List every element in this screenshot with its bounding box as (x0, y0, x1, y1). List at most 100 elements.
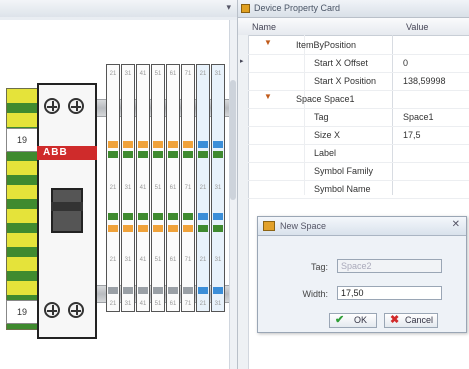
terminal-number: 21 (199, 71, 207, 77)
terminal-number: 31 (124, 257, 132, 263)
terminal-number: 21 (199, 257, 207, 263)
terminal-marker (123, 151, 133, 158)
property-row[interactable]: Start X Position 138,59998 (248, 72, 469, 91)
screw-icon (68, 302, 84, 318)
collapse-icon[interactable]: ▼ (264, 92, 272, 101)
terminal-marker (183, 141, 193, 148)
property-name: Symbol Name (314, 184, 371, 194)
pe-label-top: 19 (6, 128, 38, 152)
terminal-number: 61 (169, 301, 177, 307)
property-row[interactable]: Start X Offset 0 (248, 54, 469, 73)
ok-button-label: OK (354, 315, 368, 325)
terminal-marker (108, 141, 118, 148)
terminal-marker (198, 287, 208, 294)
property-value[interactable]: 0 (403, 58, 408, 68)
terminal-block[interactable]: 51 51 51 51 (151, 64, 165, 312)
canvas-tab-bar: ▾ (0, 0, 237, 18)
panel-title: Device Property Card (254, 3, 341, 13)
tag-input[interactable] (337, 259, 442, 273)
terminal-block[interactable]: 31 31 31 31 (121, 64, 135, 312)
terminal-marker (138, 287, 148, 294)
width-input[interactable] (337, 286, 442, 300)
close-icon[interactable]: ✕ (452, 219, 460, 230)
ok-button[interactable]: ✔ OK (329, 313, 377, 328)
pe-label-bottom: 19 (6, 300, 38, 324)
terminal-marker (108, 225, 118, 232)
terminal-marker (213, 287, 223, 294)
terminal-marker (198, 141, 208, 148)
terminal-number: 51 (154, 71, 162, 77)
property-name: Tag (314, 112, 329, 122)
canvas-ruler (0, 17, 237, 20)
terminal-number: 71 (184, 257, 192, 263)
pin-icon[interactable]: ▾ (226, 2, 231, 13)
property-name: Start X Position (314, 76, 377, 86)
terminal-number: 41 (139, 185, 147, 191)
canvas-scroll-thumb[interactable] (230, 80, 236, 200)
row-selector-icon: ▸ (240, 58, 244, 65)
terminal-block[interactable]: 41 41 41 41 (136, 64, 150, 312)
panel-title-bar: Device Property Card (238, 0, 469, 18)
property-value[interactable]: Space1 (403, 112, 434, 122)
property-group-row[interactable]: ▼ ItemByPosition (248, 36, 469, 55)
column-name-header[interactable]: Name (252, 22, 276, 32)
terminal-block[interactable]: 61 61 61 61 (166, 64, 180, 312)
terminal-block[interactable]: 21 21 21 21 (106, 64, 120, 312)
property-value[interactable]: 138,59998 (403, 76, 446, 86)
terminal-number: 21 (109, 301, 117, 307)
property-group-label: ItemByPosition (296, 40, 357, 50)
property-grid-header: Name Value (238, 18, 469, 36)
width-label: Width: (302, 289, 328, 299)
terminal-number: 41 (139, 71, 147, 77)
abb-logo: ABB (37, 146, 97, 160)
property-row[interactable]: Symbol Family (248, 162, 469, 181)
terminal-marker (123, 213, 133, 220)
terminal-number: 31 (124, 71, 132, 77)
terminal-marker (213, 213, 223, 220)
terminal-marker (153, 151, 163, 158)
property-row[interactable]: Size X 17,5 (248, 126, 469, 145)
terminal-number: 21 (109, 185, 117, 191)
column-value-header[interactable]: Value (406, 22, 428, 32)
terminal-number: 21 (199, 185, 207, 191)
dialog-title-bar[interactable]: New Space (258, 217, 466, 236)
terminal-number: 71 (184, 185, 192, 191)
terminal-marker (168, 225, 178, 232)
terminal-block[interactable]: 21 21 21 21 (196, 64, 210, 312)
terminal-marker (213, 151, 223, 158)
terminal-number: 61 (169, 71, 177, 77)
terminal-marker (198, 225, 208, 232)
screw-icon (44, 302, 60, 318)
terminal-number: 21 (199, 301, 207, 307)
terminal-marker (213, 141, 223, 148)
cabinet-canvas[interactable]: ▾ 19 19 ABB 21 21 21 21 31 31 31 31 41 41 41 41 51 51… (0, 0, 237, 369)
terminal-number: 41 (139, 257, 147, 263)
collapse-icon[interactable]: ▼ (264, 38, 272, 47)
pe-terminal[interactable] (6, 88, 38, 330)
terminal-marker (123, 225, 133, 232)
terminal-number: 31 (124, 185, 132, 191)
property-value[interactable]: 17,5 (403, 130, 421, 140)
property-row[interactable]: Symbol Name (248, 180, 469, 199)
property-row[interactable]: Label (248, 144, 469, 163)
terminal-number: 31 (124, 301, 132, 307)
terminal-number: 51 (154, 301, 162, 307)
terminal-marker (138, 141, 148, 148)
terminal-marker (138, 151, 148, 158)
property-name: Size X (314, 130, 341, 140)
terminal-block[interactable]: 71 71 71 71 (181, 64, 195, 312)
property-row[interactable]: Tag Space1 (248, 108, 469, 127)
terminal-number: 71 (184, 71, 192, 77)
cancel-button[interactable]: ✖ Cancel (384, 313, 438, 328)
terminal-marker (123, 141, 133, 148)
property-name: Label (314, 148, 337, 158)
terminal-marker (108, 151, 118, 158)
cancel-button-label: Cancel (405, 315, 434, 325)
property-group-row[interactable]: ▼ Space Space1 (248, 90, 469, 109)
terminal-number: 31 (214, 71, 222, 77)
screw-icon (68, 98, 84, 114)
terminal-marker (123, 287, 133, 294)
terminal-marker (108, 213, 118, 220)
terminal-block[interactable]: 31 31 31 31 (211, 64, 225, 312)
terminal-marker (138, 213, 148, 220)
